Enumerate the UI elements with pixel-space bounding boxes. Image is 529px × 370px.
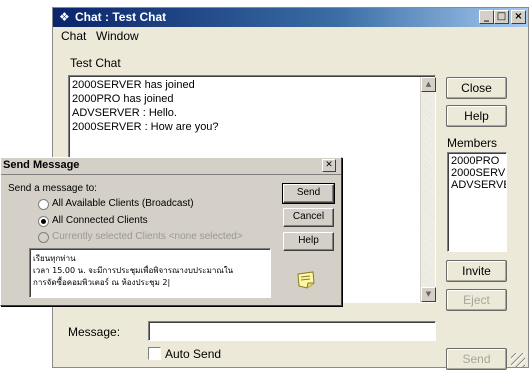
maximize-button[interactable]: □ — [494, 10, 509, 24]
help-button[interactable]: Help — [446, 105, 507, 127]
chat-name-label: Test Chat — [70, 56, 121, 70]
menu-window[interactable]: Window — [96, 29, 139, 43]
dialog-close-icon[interactable]: ✕ — [322, 159, 336, 172]
eject-button[interactable]: Eject — [446, 289, 507, 311]
minimize-button[interactable]: _ — [479, 10, 494, 24]
note-icon[interactable] — [296, 271, 316, 289]
auto-send-label: Auto Send — [165, 347, 222, 361]
member-item[interactable]: 2000PRO — [451, 155, 499, 167]
member-item[interactable]: 2000SERVER — [451, 167, 506, 179]
chat-log-line: 2000SERVER : How are you? — [72, 121, 219, 133]
radio-selected-clients — [38, 232, 49, 243]
chat-log-scrollbar[interactable]: ▲ ▼ — [420, 77, 436, 302]
chat-log-line: ADVSERVER : Hello. — [72, 107, 177, 119]
message-line: การจัดซื้อคอมพิวเตอร์ ณ ห้องประชุม 2| — [33, 278, 171, 287]
scroll-down-icon[interactable]: ▼ — [421, 287, 436, 302]
close-chat-button[interactable]: Close — [446, 77, 507, 99]
dialog-titlebar[interactable]: Send Message ✕ — [1, 158, 341, 173]
radio-selected-clients-label: Currently selected Clients <none selecte… — [52, 231, 243, 242]
radio-connected-clients[interactable] — [38, 216, 49, 227]
send-button[interactable]: Send — [446, 348, 507, 370]
radio-broadcast[interactable] — [38, 199, 49, 210]
radio-connected-clients-label[interactable]: All Connected Clients — [52, 215, 148, 226]
member-item[interactable]: ADVSERVER — [451, 179, 506, 191]
members-label: Members — [447, 136, 498, 150]
resize-grip-icon[interactable] — [511, 353, 525, 367]
chat-log-line: 2000PRO has joined — [72, 93, 174, 105]
dialog-title: Send Message — [3, 159, 80, 171]
chat-window-title: Chat : Test Chat — [75, 10, 167, 24]
scroll-up-icon[interactable]: ▲ — [421, 77, 436, 92]
members-list[interactable]: 2000PRO 2000SERVER ADVSERVER — [447, 152, 507, 252]
send-message-dialog: Send Message ✕ Send a message to: All Av… — [0, 157, 342, 306]
chat-titlebar[interactable]: ❖ Chat : Test Chat _ □ × — [53, 8, 528, 27]
chat-app-icon: ❖ — [59, 10, 70, 24]
send-to-label: Send a message to: — [8, 183, 97, 194]
auto-send-checkbox[interactable] — [148, 347, 161, 360]
dialog-divider — [1, 174, 341, 175]
chat-log-line: 2000SERVER has joined — [72, 79, 195, 91]
dialog-help-button[interactable]: Help — [283, 232, 334, 251]
dialog-cancel-button[interactable]: Cancel — [283, 208, 334, 227]
dialog-message-textarea[interactable]: เรียนทุกท่าน เวลา 15.00 น. จะมีการประชุม… — [29, 248, 271, 298]
invite-button[interactable]: Invite — [446, 260, 507, 282]
window-close-button[interactable]: × — [511, 10, 526, 24]
menu-chat[interactable]: Chat — [61, 29, 86, 43]
message-input[interactable] — [148, 321, 436, 341]
menu-bar: Chat Window — [53, 27, 528, 45]
radio-selected-dot — [41, 219, 46, 224]
dialog-send-button[interactable]: Send — [282, 183, 335, 204]
radio-broadcast-label[interactable]: All Available Clients (Broadcast) — [52, 198, 194, 209]
message-label: Message: — [68, 325, 121, 339]
